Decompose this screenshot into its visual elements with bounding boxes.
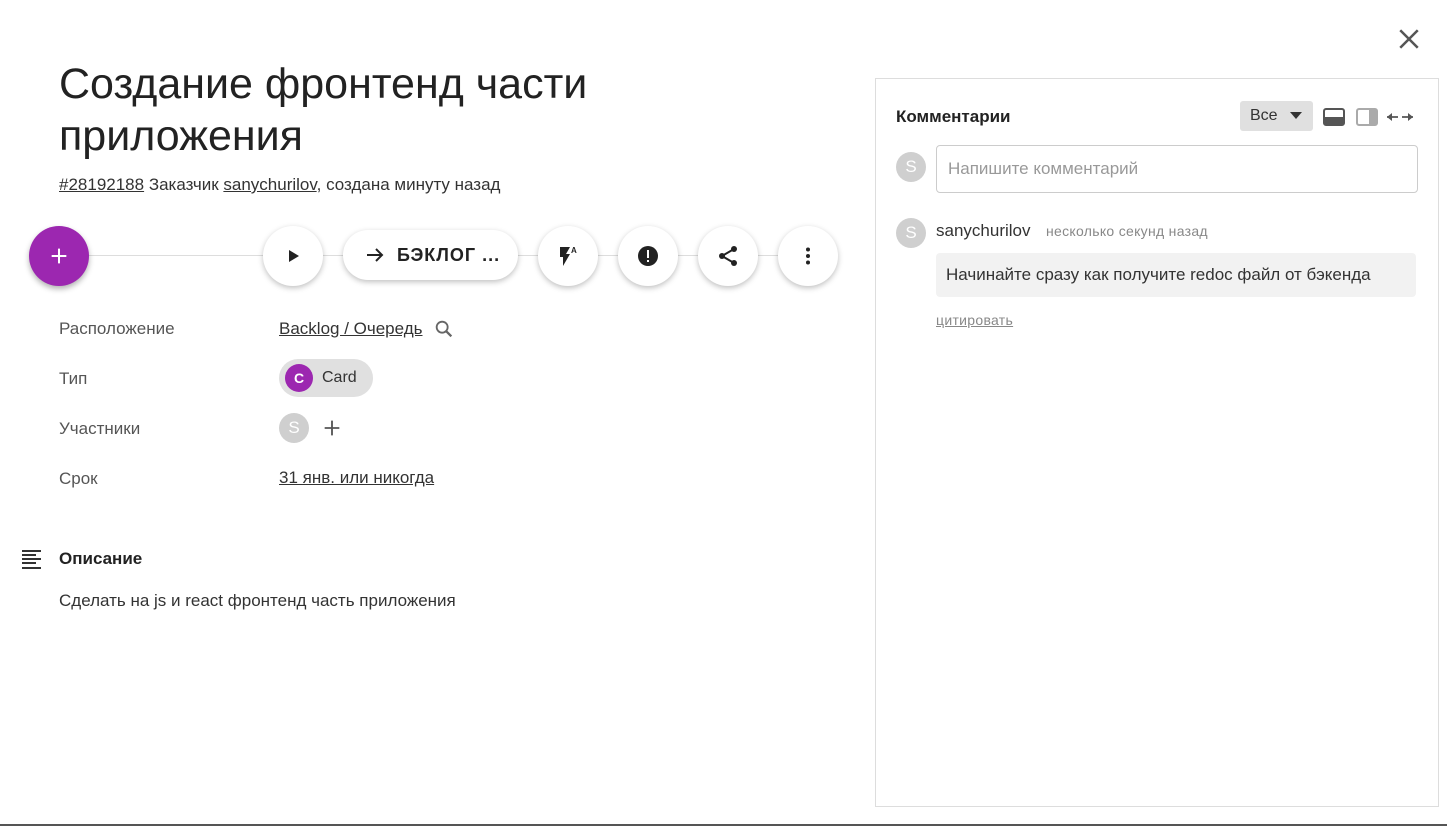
more-button[interactable] [778,226,838,286]
card-dialog: Создание фронтенд части приложения #2819… [0,0,1447,826]
chevron-down-icon [1289,112,1302,119]
share-button[interactable] [698,226,758,286]
flash-auto-icon: A [560,246,577,266]
priority-button[interactable] [618,226,678,286]
comment-author[interactable]: sanychurilov [936,221,1031,241]
description-text[interactable]: Сделать на js и react фронтенд часть при… [59,591,456,611]
location-label: Расположение [59,319,175,338]
move-to-backlog-button[interactable]: БЭКЛОГ ... [343,230,518,280]
location-link[interactable]: Backlog / Очередь [279,319,423,339]
due-label: Срок [59,469,98,488]
play-button[interactable] [263,226,323,286]
plus-icon [51,248,67,264]
created-text: , создана минуту назад [316,175,501,194]
card-meta: #28192188 Заказчик sanychurilov, создана… [59,175,500,195]
card-id-link[interactable]: #28192188 [59,175,144,194]
comments-panel: Комментарии Все S S sanychurilov несколь… [875,78,1439,807]
comment-time: несколько секунд назад [1046,223,1208,239]
current-user-avatar: S [896,152,926,182]
type-chip-label: Card [322,369,357,386]
backlog-label: БЭКЛОГ ... [397,244,501,265]
automation-button[interactable]: A [538,226,598,286]
type-avatar: C [285,364,313,392]
add-member-icon[interactable] [321,417,343,439]
priority-icon [638,246,658,266]
quote-link[interactable]: цитировать [936,312,1013,328]
search-icon[interactable] [433,318,455,340]
members-value: S [279,413,343,443]
type-label: Тип [59,369,88,388]
more-vert-icon [806,247,810,265]
arrow-right-icon [367,248,384,262]
close-icon[interactable] [1394,24,1424,54]
customer-link[interactable]: sanychurilov [223,175,316,194]
description-title: Описание [59,549,143,568]
type-value: C Card [279,359,373,397]
comment-input[interactable] [936,145,1418,193]
member-avatar[interactable]: S [279,413,309,443]
layout-side-icon[interactable] [1356,108,1378,126]
expand-width-icon[interactable] [1386,108,1414,126]
due-link[interactable]: 31 янв. или никогда [279,468,434,488]
type-chip[interactable]: C Card [279,359,373,397]
play-icon [289,250,299,262]
location-value: Backlog / Очередь [279,318,455,340]
members-label: Участники [59,419,141,438]
comments-filter-select[interactable]: Все [1240,101,1313,131]
layout-bottom-icon[interactable] [1323,108,1345,126]
customer-prefix: Заказчик [148,175,219,194]
description-icon [22,550,41,569]
comment-text: Начинайте сразу как получите redoc файл … [936,253,1416,297]
add-button[interactable] [29,226,89,286]
comments-filter-value: Все [1250,107,1278,124]
svg-text:A: A [571,246,577,255]
comments-title: Комментарии [896,107,1011,126]
comment-author-avatar: S [896,218,926,248]
share-icon [719,246,737,266]
due-value: 31 янв. или никогда [279,468,434,488]
card-title[interactable]: Создание фронтенд части приложения [59,58,759,162]
